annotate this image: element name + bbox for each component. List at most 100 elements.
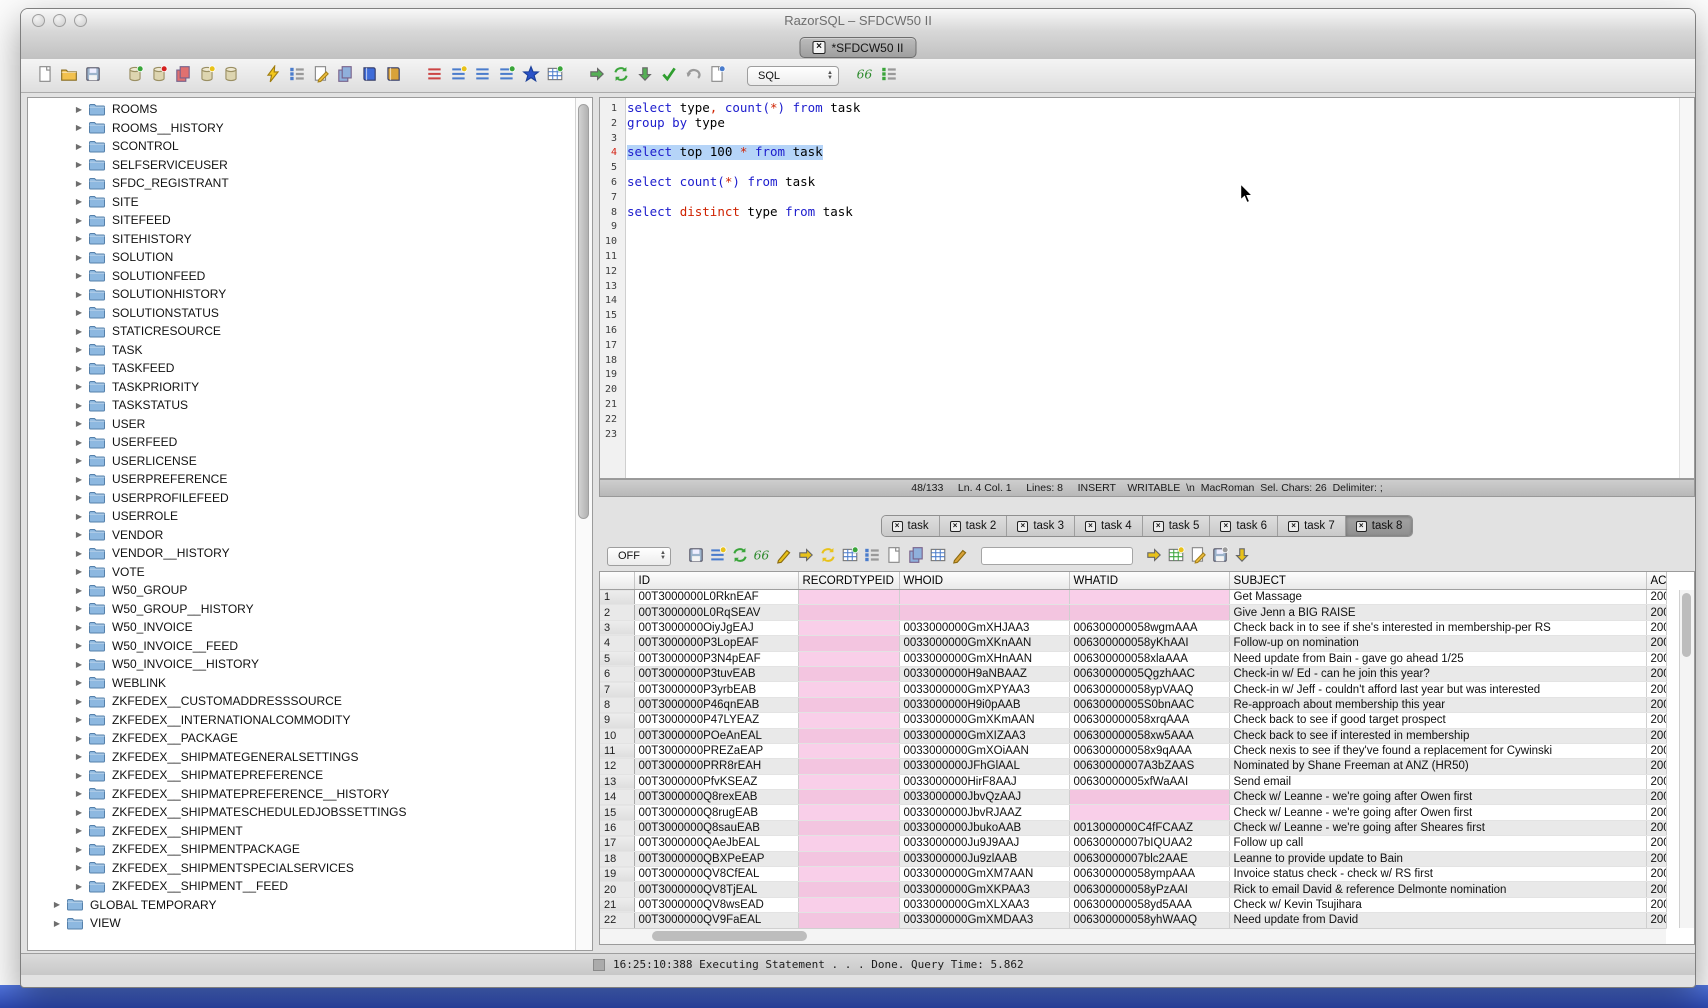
result-tab-task[interactable]: ×task: [882, 516, 940, 536]
tree-item[interactable]: ▶VENDOR__HISTORY: [28, 544, 576, 563]
execute-all-button[interactable]: [609, 64, 633, 88]
tree-item[interactable]: ▶SOLUTIONSTATUS: [28, 304, 576, 323]
expand-arrow-icon[interactable]: ▶: [74, 715, 84, 724]
highlight-button[interactable]: [949, 545, 971, 567]
tree-item[interactable]: ▶USER: [28, 415, 576, 434]
expand-arrow-icon[interactable]: ▶: [74, 160, 84, 169]
document-tab[interactable]: × *SFDCW50 II: [799, 37, 916, 58]
tree-item[interactable]: ▶SELFSERVICEUSER: [28, 156, 576, 175]
expand-arrow-icon[interactable]: ▶: [74, 253, 84, 262]
expand-arrow-icon[interactable]: ▶: [74, 697, 84, 706]
tree-item[interactable]: ▶ROOMS__HISTORY: [28, 119, 576, 138]
tree-item[interactable]: ▶TASK: [28, 341, 576, 360]
expand-arrow-icon[interactable]: ▶: [74, 401, 84, 410]
result-tab-task-5[interactable]: ×task 5: [1143, 516, 1211, 536]
expand-arrow-icon[interactable]: ▶: [74, 567, 84, 576]
tree-item[interactable]: ▶ROOMS: [28, 100, 576, 119]
tree-item[interactable]: ▶ZKFEDEX__CUSTOMADDRESSSOURCE: [28, 692, 576, 711]
expand-arrow-icon[interactable]: ▶: [74, 623, 84, 632]
tree-item[interactable]: ▶USERROLE: [28, 507, 576, 526]
table-row[interactable]: 1500T3000000Q8rugEAB0033000000JbvRJAAZCh…: [600, 805, 1666, 820]
new-file-button[interactable]: [33, 64, 57, 88]
generate-sql-button[interactable]: [495, 64, 519, 88]
expand-arrow-icon[interactable]: ▶: [74, 734, 84, 743]
help-book-button[interactable]: [381, 64, 405, 88]
tree-item[interactable]: ▶SOLUTIONHISTORY: [28, 285, 576, 304]
expand-arrow-icon[interactable]: ▶: [74, 382, 84, 391]
result-tab-close-icon[interactable]: ×: [1220, 521, 1231, 532]
expand-arrow-icon[interactable]: ▶: [74, 549, 84, 558]
expand-arrow-icon[interactable]: ▶: [74, 123, 84, 132]
expand-arrow-icon[interactable]: ▶: [74, 290, 84, 299]
copy-result-pages-button[interactable]: [905, 545, 927, 567]
tree-scrollbar-thumb[interactable]: [578, 104, 589, 519]
expand-arrow-icon[interactable]: ▶: [74, 530, 84, 539]
tree-scrollbar[interactable]: [575, 98, 592, 950]
table-row[interactable]: 300T3000000OiyJgEAJ0033000000GmXHJAA3006…: [600, 620, 1666, 635]
results-hscrollbar[interactable]: [600, 928, 1666, 944]
column-header[interactable]: [600, 572, 634, 590]
expand-arrow-icon[interactable]: ▶: [74, 142, 84, 151]
tree-item[interactable]: ▶SFDC_REGISTRANT: [28, 174, 576, 193]
result-tab-close-icon[interactable]: ×: [950, 521, 961, 532]
tree-item[interactable]: ▶WEBLINK: [28, 674, 576, 693]
query-log-button[interactable]: [705, 64, 729, 88]
table-row[interactable]: 2000T3000000QV8TjEAL0033000000GmXKPAA300…: [600, 882, 1666, 897]
table-row[interactable]: 700T3000000P3yrbEAB0033000000GmXPYAA3006…: [600, 682, 1666, 697]
tree-item[interactable]: ▶SOLUTIONFEED: [28, 267, 576, 286]
connection-info-button[interactable]: [219, 64, 243, 88]
expand-arrow-icon[interactable]: ▶: [74, 327, 84, 336]
tree-item[interactable]: ▶ZKFEDEX__SHIPMENTSPECIALSERVICES: [28, 859, 576, 878]
tree-item[interactable]: ▶SOLUTION: [28, 248, 576, 267]
table-row[interactable]: 1600T3000000Q8sauEAB0033000000JbukoAAB00…: [600, 820, 1666, 835]
execute-statement-button[interactable]: [585, 64, 609, 88]
column-header-whoid[interactable]: WHOID: [899, 572, 1069, 590]
tree-item[interactable]: ▶USERLICENSE: [28, 452, 576, 471]
column-header-ac[interactable]: AC: [1646, 572, 1666, 590]
result-tab-task-3[interactable]: ×task 3: [1007, 516, 1075, 536]
edit-notes-button[interactable]: [1187, 545, 1209, 567]
table-row[interactable]: 1400T3000000Q8rexEAB0033000000JbvQzAAJCh…: [600, 790, 1666, 805]
expand-arrow-icon[interactable]: ▶: [74, 456, 84, 465]
tree-item[interactable]: ▶W50_GROUP: [28, 581, 576, 600]
table-row[interactable]: 1000T3000000POeAnEAL0033000000GmXIZAA300…: [600, 728, 1666, 743]
expand-arrow-icon[interactable]: ▶: [52, 919, 62, 928]
statement-type-select[interactable]: SQL▲▼: [747, 66, 839, 86]
expand-arrow-icon[interactable]: ▶: [74, 586, 84, 595]
view-results-button[interactable]: 66: [751, 545, 773, 567]
result-tab-task-8[interactable]: ×task 8: [1346, 516, 1413, 536]
tree-item[interactable]: ▶TASKSTATUS: [28, 396, 576, 415]
connect-database-button[interactable]: [123, 64, 147, 88]
tree-item[interactable]: ▶USERPREFERENCE: [28, 470, 576, 489]
new-connection-button[interactable]: [195, 64, 219, 88]
column-header-whatid[interactable]: WHATID: [1069, 572, 1229, 590]
result-tab-close-icon[interactable]: ×: [1017, 521, 1028, 532]
results-search-input[interactable]: [981, 547, 1133, 565]
refresh-results-button[interactable]: [729, 545, 751, 567]
expand-arrow-icon[interactable]: ▶: [74, 845, 84, 854]
table-row[interactable]: 800T3000000P46qnEAB0033000000H9i0pAAB006…: [600, 697, 1666, 712]
tree-item[interactable]: ▶TASKFEED: [28, 359, 576, 378]
expand-arrow-icon[interactable]: ▶: [74, 234, 84, 243]
expand-arrow-icon[interactable]: ▶: [74, 179, 84, 188]
results-hscrollbar-thumb[interactable]: [652, 931, 807, 941]
expand-arrow-icon[interactable]: ▶: [74, 216, 84, 225]
result-tab-close-icon[interactable]: ×: [1153, 521, 1164, 532]
expand-arrow-icon[interactable]: ▶: [74, 475, 84, 484]
results-vscrollbar[interactable]: [1679, 590, 1694, 928]
tree-item[interactable]: ▶USERPROFILEFEED: [28, 489, 576, 508]
format-sql-button[interactable]: [471, 64, 495, 88]
rollback-button[interactable]: [681, 64, 705, 88]
results-vscrollbar-thumb[interactable]: [1682, 593, 1691, 657]
auto-complete-button[interactable]: 66: [853, 64, 877, 88]
tree-item[interactable]: ▶ZKFEDEX__INTERNATIONALCOMMODITY: [28, 711, 576, 730]
tree-item[interactable]: ▶ZKFEDEX__SHIPMATEPREFERENCE__HISTORY: [28, 785, 576, 804]
table-row[interactable]: 1800T3000000QBXPeEAP0033000000Ju9zlAAB00…: [600, 851, 1666, 866]
editor-scrollbar[interactable]: [1679, 98, 1694, 478]
column-header-subject[interactable]: SUBJECT: [1229, 572, 1646, 590]
table-row[interactable]: 2100T3000000QV8wsEAD0033000000GmXLXAA300…: [600, 897, 1666, 912]
expand-arrow-icon[interactable]: ▶: [74, 660, 84, 669]
expand-arrow-icon[interactable]: ▶: [74, 789, 84, 798]
expand-arrow-icon[interactable]: ▶: [74, 105, 84, 114]
column-list-button[interactable]: [861, 545, 883, 567]
